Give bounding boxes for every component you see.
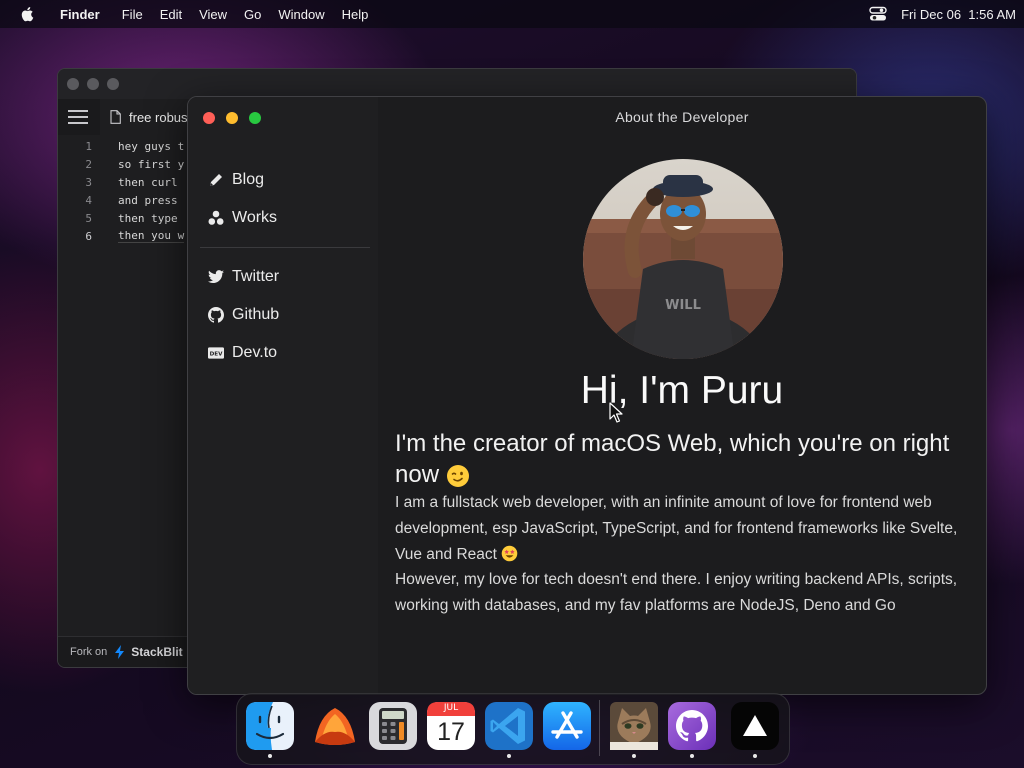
sidebar-divider	[200, 247, 370, 248]
sidebar-item-label: Github	[232, 306, 280, 323]
calendar-month-label: JUL	[443, 703, 459, 713]
code-text: then you w	[118, 229, 185, 243]
line-number: 2	[85, 157, 92, 171]
line-number: 3	[85, 175, 92, 189]
line-number: 6	[85, 229, 92, 243]
bio-paragraph-1-text: I am a fullstack web developer, with an …	[395, 494, 958, 563]
zoom-button[interactable]	[249, 112, 261, 124]
file-icon	[110, 110, 121, 124]
bio-paragraph-1: I am a fullstack web developer, with an …	[395, 490, 975, 568]
calculator-icon[interactable]	[369, 702, 417, 750]
github-icon	[208, 307, 224, 323]
sidebar-item-label: Blog	[232, 171, 265, 188]
minimize-button[interactable]	[226, 112, 238, 124]
menu-file[interactable]: File	[122, 7, 143, 22]
menu-window[interactable]: Window	[278, 7, 324, 22]
running-indicator	[753, 754, 757, 758]
sidebar-item-label: Dev.to	[232, 344, 278, 361]
running-indicator	[507, 754, 511, 758]
editor-close-button[interactable]	[67, 78, 79, 90]
sidebar-item-label: Works	[232, 209, 278, 226]
editor-minimize-button[interactable]	[87, 78, 99, 90]
code-text: so first y	[118, 157, 185, 171]
twitter-icon	[208, 269, 224, 285]
bio-paragraph-2: However, my love for tech doesn't end th…	[395, 571, 958, 614]
sidebar-item-github[interactable]: Github	[208, 303, 279, 327]
close-button[interactable]	[203, 112, 215, 124]
apple-icon[interactable]	[20, 6, 36, 22]
github-dock-icon[interactable]	[668, 702, 716, 750]
menu-edit[interactable]: Edit	[160, 7, 182, 22]
sidebar-item-devto[interactable]: DEV Dev.to	[208, 341, 277, 365]
vercel-icon[interactable]	[731, 702, 779, 750]
calendar-day-label: 17	[437, 718, 465, 746]
dock-separator	[599, 700, 600, 756]
works-icon	[208, 210, 224, 226]
sidebar-item-label: Twitter	[232, 268, 280, 285]
menubar: Finder File Edit View Go Window Help Fri…	[0, 0, 1024, 28]
calendar-icon[interactable]: JUL 17	[427, 702, 475, 750]
svg-text:WILL: WILL	[665, 298, 701, 313]
subheading-text: I'm the creator of macOS Web, which you'…	[395, 430, 950, 488]
running-indicator	[268, 754, 272, 758]
code-text: hey guys t	[118, 139, 185, 153]
creator-subheading: I'm the creator of macOS Web, which you'…	[395, 428, 955, 490]
stackblitz-link[interactable]: StackBlit	[131, 645, 182, 659]
about-window: About the Developer Blog Works Twitter G…	[187, 96, 987, 695]
star-struck-face-icon	[501, 545, 518, 562]
sidebar-item-works[interactable]: Works	[208, 206, 277, 230]
svg-text:DEV: DEV	[210, 351, 224, 357]
line-number: 1	[85, 139, 92, 153]
winking-face-icon	[446, 464, 469, 487]
developer-avatar: WILL	[583, 159, 783, 359]
code-text: and press	[118, 193, 178, 207]
sidebar-item-twitter[interactable]: Twitter	[208, 265, 279, 289]
sidebar-item-blog[interactable]: Blog	[208, 168, 264, 192]
fork-on-label: Fork on	[70, 646, 108, 658]
editor-titlebar	[58, 69, 856, 99]
mouse-cursor-icon	[609, 402, 623, 423]
cat-icon[interactable]	[610, 702, 658, 750]
wallpapers-icon[interactable]	[311, 702, 359, 750]
control-center-icon[interactable]	[869, 6, 887, 22]
hamburger-menu-icon[interactable]	[68, 110, 88, 124]
editor-code-area[interactable]: 1 hey guys t 2 so first y 3 then curl 4 and …	[58, 137, 185, 245]
code-line: 3 then curl	[58, 173, 184, 191]
editor-zoom-button[interactable]	[107, 78, 119, 90]
editor-file-tab[interactable]: free robus	[100, 99, 198, 135]
editor-file-tab-label: free robus	[129, 109, 188, 125]
menubar-datetime[interactable]: Fri Dec 06 1:56 AM	[901, 7, 1016, 22]
appstore-icon[interactable]	[543, 702, 591, 750]
running-indicator	[632, 754, 636, 758]
page-heading: Hi, I'm Puru	[580, 369, 784, 412]
traffic-lights	[203, 112, 272, 124]
line-number: 5	[85, 211, 92, 225]
window-title: About the Developer	[615, 109, 749, 125]
devto-icon: DEV	[208, 345, 224, 361]
finder-icon[interactable]	[246, 702, 294, 750]
menu-app-name[interactable]: Finder	[60, 7, 100, 22]
dock: JUL 17	[236, 693, 790, 765]
code-line: 1 hey guys t	[58, 137, 184, 155]
code-line: 6 then you w	[58, 227, 185, 245]
code-line: 4 and press	[58, 191, 184, 209]
pencil-icon	[208, 172, 224, 188]
code-text: then curl	[118, 175, 178, 189]
vscode-icon[interactable]	[485, 702, 533, 750]
line-number: 4	[85, 193, 92, 207]
code-line: 2 so first y	[58, 155, 184, 173]
menu-go[interactable]: Go	[244, 7, 261, 22]
code-line: 5 then type	[58, 209, 184, 227]
running-indicator	[690, 754, 694, 758]
code-text: then type	[118, 211, 178, 225]
menu-view[interactable]: View	[199, 7, 227, 22]
lightning-icon	[115, 645, 125, 659]
menu-help[interactable]: Help	[342, 7, 369, 22]
